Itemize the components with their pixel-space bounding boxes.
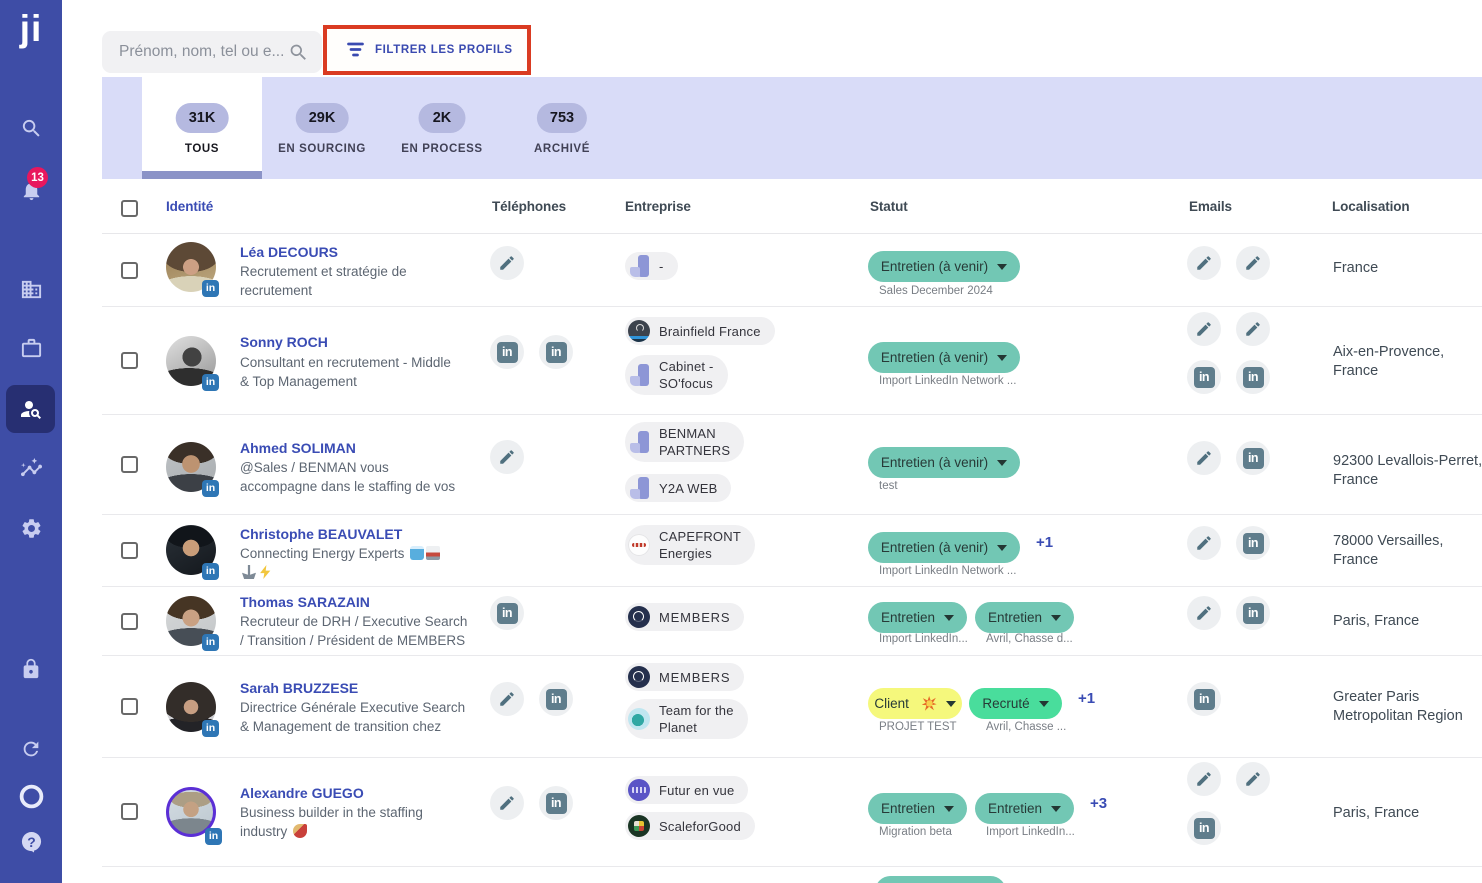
svg-text:?: ?	[27, 834, 35, 850]
